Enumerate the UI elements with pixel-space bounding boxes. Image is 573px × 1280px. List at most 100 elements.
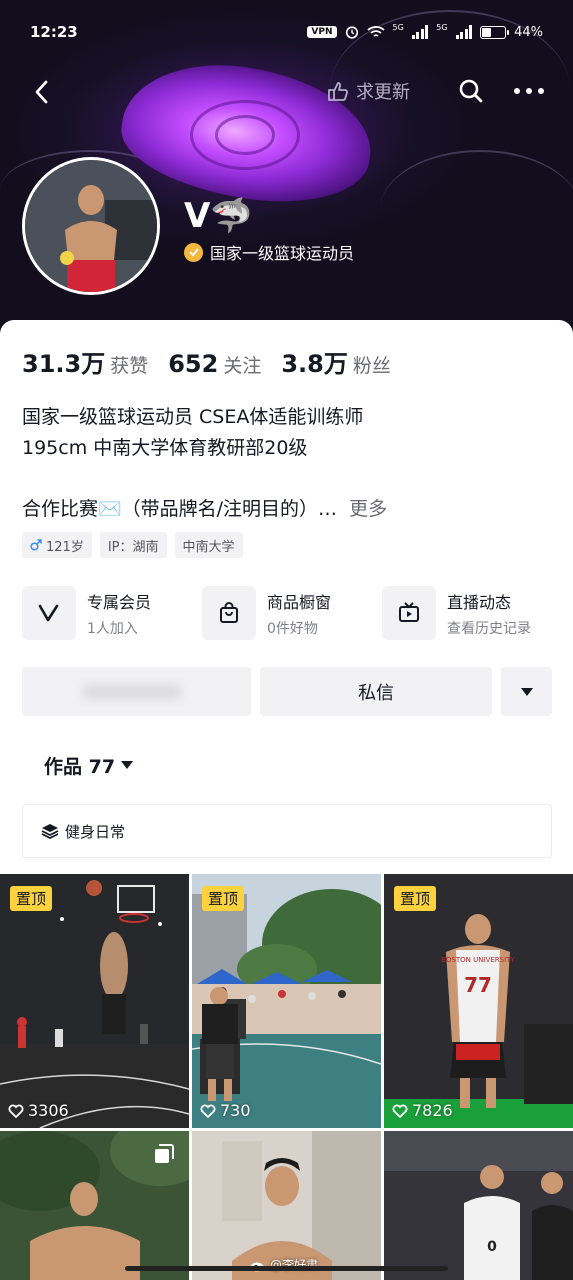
school-tag[interactable]: 中南大学 <box>174 532 243 558</box>
following-label: 关注 <box>223 355 262 377</box>
vpn-icon: VPN <box>307 26 337 38</box>
status-time: 12:23 <box>30 23 78 41</box>
profile-card: 31.3万 获赞 652 关注 3.8万 粉丝 国家一级篮球运动员 CSEA体适… <box>0 320 573 880</box>
dot-icon <box>526 88 532 94</box>
video-tile[interactable]: 置顶 730 <box>192 874 381 1128</box>
chevron-left-icon <box>35 80 48 104</box>
video-tile[interactable]: 0 <box>384 1131 573 1280</box>
age-text: 121岁 <box>46 539 84 555</box>
bio-line: 195cm 中南大学体育教研部20级 <box>22 437 308 459</box>
dot-icon <box>538 88 544 94</box>
shopping-bag-icon <box>202 586 256 640</box>
verified-badge-icon <box>184 242 203 262</box>
video-likes: 730 <box>200 1101 251 1120</box>
search-icon <box>459 79 483 103</box>
video-likes-count: 7826 <box>412 1101 453 1120</box>
signal-icon <box>455 25 473 39</box>
video-likes-count: 3306 <box>28 1101 69 1120</box>
feature-subtitle: 0件好物 <box>267 620 318 637</box>
alarm-icon <box>345 26 358 39</box>
video-likes: 3306 <box>8 1101 69 1120</box>
video-likes-count: 730 <box>220 1101 251 1120</box>
dot-icon <box>514 88 520 94</box>
caret-down-icon <box>520 687 533 696</box>
jersey-number: 0 <box>487 1239 497 1255</box>
message-button[interactable]: 私信 <box>260 667 492 716</box>
more-options-button[interactable] <box>514 78 544 104</box>
followers-label: 粉丝 <box>352 355 391 377</box>
pinned-badge: 置顶 <box>10 886 53 911</box>
caret-down-icon <box>121 761 134 769</box>
tab-works[interactable]: 作品 77 <box>44 752 134 779</box>
verification-text: 国家一级篮球运动员 <box>210 244 355 263</box>
ip-tag: IP：湖南 <box>99 532 167 558</box>
male-icon <box>30 539 42 551</box>
tv-live-icon <box>382 586 436 640</box>
feature-entries: 专属会员 1人加入 商品橱窗 0件好物 直播动态 查看历史记录 <box>22 586 562 640</box>
follow-button[interactable] <box>22 667 251 716</box>
battery-percent: 44% <box>514 24 543 40</box>
heart-icon <box>392 1104 408 1118</box>
works-tab-label: 作品 77 <box>44 756 116 778</box>
request-update-label: 求更新 <box>356 82 410 103</box>
video-likes: 7826 <box>392 1101 453 1120</box>
avatar-photo <box>25 160 157 292</box>
nickname-text: V🦈 <box>184 196 253 236</box>
feature-title: 专属会员 <box>87 592 152 612</box>
multi-image-icon <box>155 1144 174 1163</box>
search-button[interactable] <box>458 78 484 104</box>
avatar[interactable] <box>22 157 160 295</box>
bio-line: 国家一级篮球运动员 CSEA体适能训练师 <box>22 406 364 428</box>
video-tile[interactable]: BOSTON UNIVERSITY 77 置顶 7826 <box>384 874 573 1128</box>
hand-point-icon <box>328 82 348 101</box>
following-count[interactable]: 652 <box>168 350 218 378</box>
heart-icon <box>200 1104 216 1118</box>
expand-bio-link[interactable]: 更多 <box>349 494 387 521</box>
likes-count[interactable]: 31.3万 <box>22 344 105 379</box>
jersey-text: BOSTON UNIVERSITY <box>441 956 515 964</box>
feature-title: 直播动态 <box>447 592 512 612</box>
feature-subtitle: 1人加入 <box>87 620 138 637</box>
video-grid: 置顶 3306 置顶 730 BOSTON UNIVERSITY 77 置顶 7… <box>0 874 573 1280</box>
video-thumbnail <box>0 874 189 1128</box>
layers-icon <box>41 824 59 839</box>
status-icons: VPN 5G 5G 44% <box>307 22 543 40</box>
pinned-badge: 置顶 <box>202 886 245 911</box>
shop-window-entry[interactable]: 商品橱窗 0件好物 <box>202 586 382 640</box>
member-entry[interactable]: 专属会员 1人加入 <box>22 586 202 640</box>
video-tile[interactable] <box>0 1131 189 1280</box>
heart-icon <box>8 1104 24 1118</box>
live-history-entry[interactable]: 直播动态 查看历史记录 <box>382 586 562 640</box>
verification-row[interactable]: 国家一级篮球运动员 <box>184 240 354 264</box>
nickname: V🦈 <box>184 196 253 236</box>
home-indicator[interactable] <box>125 1266 448 1271</box>
banner-eye-ring <box>215 115 275 155</box>
blurred-label <box>82 685 182 699</box>
profile-tags: 121岁 IP：湖南 中南大学 <box>22 532 243 558</box>
age-tag: 121岁 <box>22 532 92 558</box>
more-actions-dropdown[interactable] <box>501 667 552 716</box>
video-tile[interactable]: 置顶 3306 <box>0 874 189 1128</box>
network-type-2: 5G <box>436 22 448 32</box>
video-thumbnail: BOSTON UNIVERSITY 77 <box>384 874 573 1128</box>
signal-icon <box>411 25 429 39</box>
video-thumbnail: 0 <box>384 1131 573 1280</box>
wifi-icon <box>366 26 385 37</box>
feature-title: 商品橱窗 <box>267 592 332 612</box>
feature-subtitle: 查看历史记录 <box>447 620 531 637</box>
bio: 国家一级篮球运动员 CSEA体适能训练师 195cm 中南大学体育教研部20级 <box>22 402 363 464</box>
followers-count[interactable]: 3.8万 <box>281 344 348 379</box>
collection-chip[interactable]: 健身日常 <box>22 804 552 858</box>
request-update-button[interactable]: 求更新 <box>324 78 410 104</box>
collection-name: 健身日常 <box>65 822 126 841</box>
banner-decor <box>380 150 573 270</box>
pinned-badge: 置顶 <box>394 886 437 911</box>
top-nav: 求更新 <box>0 70 573 114</box>
jersey-number: 77 <box>464 973 492 997</box>
stats-row: 31.3万 获赞 652 关注 3.8万 粉丝 <box>22 344 411 379</box>
v-logo-icon <box>22 586 76 640</box>
back-button[interactable] <box>30 78 54 106</box>
likes-label: 获赞 <box>110 355 149 377</box>
collab-line: 合作比赛✉️（带品牌名/注明目的）… 更多 <box>22 494 387 521</box>
status-bar: 12:23 VPN 5G 5G 44% <box>0 0 573 64</box>
